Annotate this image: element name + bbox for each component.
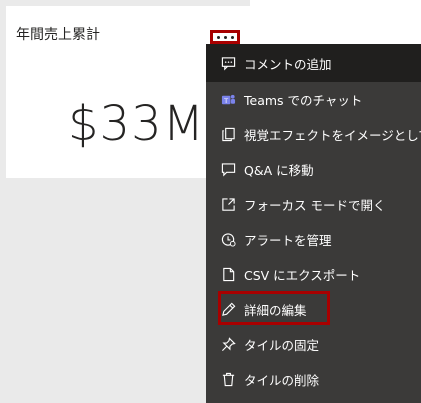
menu-item-manage-alerts[interactable]: アラートを管理 [206,222,421,257]
menu-item-label: Q&A に移動 [244,163,314,178]
more-options-button[interactable] [210,30,240,44]
menu-item-edit-details[interactable]: 詳細の編集 [206,292,421,327]
qa-icon [220,162,236,178]
menu-item-delete-tile[interactable]: タイルの削除 [206,362,421,397]
tile-value: $33M [68,96,206,152]
menu-item-label: アラートを管理 [244,233,332,248]
menu-item-label: コメントの追加 [244,56,332,72]
menu-item-label: Teams でのチャット [244,93,363,108]
menu-item-teams-chat[interactable]: T Teams でのチャット [206,82,421,117]
dot-icon [223,35,227,39]
focus-mode-icon [220,197,236,213]
pencil-icon [220,302,236,318]
export-csv-icon [220,267,236,283]
menu-item-pin-tile[interactable]: タイルの固定 [206,327,421,362]
menu-item-focus-mode[interactable]: フォーカス モードで開く [206,187,421,222]
alert-icon [220,232,236,248]
copy-icon [220,127,236,143]
menu-item-export-csv[interactable]: CSV にエクスポート [206,257,421,292]
menu-item-label: 詳細の編集 [244,303,307,318]
teams-icon: T [220,92,236,108]
comment-icon [220,55,236,71]
menu-item-add-comment[interactable]: コメントの追加 [206,44,421,82]
pin-icon [220,337,236,353]
context-menu: コメントの追加 T Teams でのチャット 視覚エフェクトをイメージとしてコピ… [206,44,421,403]
tile-title: 年間売上累計 [16,27,100,43]
menu-item-label: 視覚エフェクトをイメージとしてコピー [244,128,421,143]
dot-icon [230,35,234,39]
menu-item-label: タイルの固定 [244,338,320,353]
menu-item-copy-visual[interactable]: 視覚エフェクトをイメージとしてコピー [206,117,421,152]
background-area [250,0,421,44]
menu-item-label: タイルの削除 [244,373,320,388]
menu-item-go-to-qa[interactable]: Q&A に移動 [206,152,421,187]
menu-item-label: フォーカス モードで開く [244,198,386,213]
menu-item-label: CSV にエクスポート [244,268,361,283]
trash-icon [220,372,236,388]
dot-icon [216,35,220,39]
